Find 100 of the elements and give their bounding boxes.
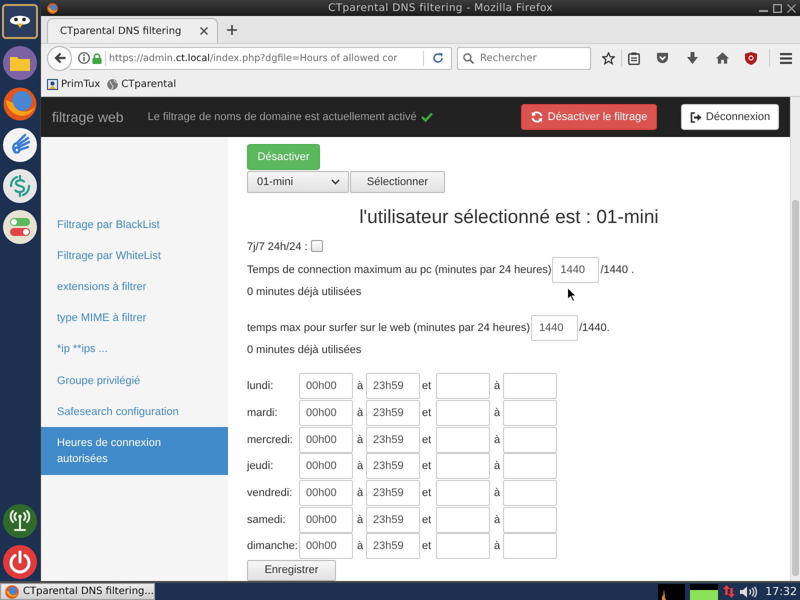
- to-text: à: [494, 514, 500, 526]
- refresh-icon: [530, 111, 543, 123]
- time-field[interactable]: [503, 426, 557, 453]
- time-field[interactable]: 00h00: [299, 533, 353, 560]
- time-field[interactable]: [436, 373, 490, 400]
- day-label: jeudi:: [247, 460, 274, 472]
- time-field[interactable]: 00h00: [299, 506, 353, 533]
- mouse-pointer-icon: [567, 287, 577, 302]
- status-text: Le filtrage de noms de domaine est actuellement activé: [148, 111, 417, 123]
- time-field[interactable]: 23h59: [366, 373, 420, 400]
- dollar-icon[interactable]: [3, 169, 37, 203]
- search-field[interactable]: Rechercher: [457, 46, 591, 70]
- scrollbar-track[interactable]: [790, 97, 800, 581]
- checkbox-label: 7j/7 24h/24 :: [247, 241, 308, 253]
- chevron-shield-icon[interactable]: [656, 52, 669, 64]
- home-icon[interactable]: [716, 52, 729, 64]
- star-icon[interactable]: [602, 52, 615, 64]
- taskbar-window-button[interactable]: CTparental DNS filtering...: [0, 583, 155, 600]
- select-user-button[interactable]: Sélectionner: [350, 171, 445, 193]
- time-field[interactable]: 23h59: [366, 400, 420, 426]
- minutes-field[interactable]: 1440: [552, 257, 600, 283]
- close-icon[interactable]: [787, 4, 796, 12]
- time-field[interactable]: 00h00: [299, 480, 353, 506]
- usage-text: 0 minutes déjà utilisées: [247, 344, 362, 356]
- disable-filtering-button[interactable]: Désactiver le filtrage: [521, 104, 657, 130]
- time-field[interactable]: 23h59: [366, 480, 420, 506]
- info-icon[interactable]: [78, 52, 90, 64]
- toggle-switches-icon[interactable]: [3, 210, 37, 244]
- time-field[interactable]: [503, 480, 557, 506]
- hand-icon[interactable]: [3, 128, 37, 162]
- chevron-down-icon: [331, 179, 340, 185]
- reload-icon[interactable]: [432, 52, 444, 64]
- time-field[interactable]: [503, 453, 557, 480]
- plus-icon[interactable]: [227, 25, 237, 35]
- folder-icon[interactable]: [3, 46, 37, 80]
- close-icon[interactable]: [200, 27, 208, 35]
- time-field[interactable]: [503, 373, 557, 400]
- time-field[interactable]: [503, 506, 557, 533]
- time-field[interactable]: 00h00: [299, 453, 353, 480]
- bird-face-icon[interactable]: [2, 4, 38, 39]
- logout-icon: [690, 112, 702, 122]
- bookmark-item[interactable]: CTparental: [107, 75, 176, 93]
- address-bar[interactable]: https://admin.ct.local/index.php?dgfile=Hours of allowed cor: [70, 46, 452, 70]
- time-field[interactable]: 23h59: [366, 533, 420, 560]
- time-field[interactable]: [436, 506, 490, 533]
- page-heading: l'utilisateur sélectionné est : 01-mini: [359, 207, 659, 229]
- time-field[interactable]: 23h59: [366, 426, 420, 453]
- to-text: à: [357, 407, 364, 420]
- to-text: à: [494, 460, 500, 472]
- save-button[interactable]: Enregistrer: [247, 560, 336, 581]
- globe-icon: [107, 78, 118, 90]
- scrollbar-thumb[interactable]: [792, 200, 799, 576]
- logout-button[interactable]: Déconnexion: [681, 104, 779, 130]
- time-field[interactable]: [436, 426, 490, 453]
- arrow-left-icon: [54, 52, 66, 64]
- time-field[interactable]: 00h00: [299, 373, 353, 400]
- menu-icon[interactable]: [780, 52, 792, 64]
- browser-icon: [5, 584, 19, 598]
- limit-total-text: /1440 .: [600, 264, 634, 276]
- to-text: à: [494, 380, 500, 392]
- time-field[interactable]: 23h59: [366, 453, 420, 480]
- time-field[interactable]: [436, 400, 490, 426]
- time-field[interactable]: [436, 533, 490, 560]
- time-field[interactable]: [436, 453, 490, 480]
- square-logo-icon: [47, 78, 58, 90]
- shield-icon[interactable]: [745, 52, 757, 64]
- to-text: à: [357, 460, 364, 472]
- time-field[interactable]: 00h00: [299, 400, 353, 426]
- minutes-field[interactable]: 1440: [531, 315, 578, 341]
- user-select-dropdown[interactable]: 01-mini: [247, 171, 349, 193]
- antenna-icon[interactable]: [3, 504, 37, 538]
- and-text: et: [422, 540, 432, 552]
- and-text: et: [422, 514, 432, 526]
- to-text: à: [494, 540, 500, 552]
- to-text: à: [494, 434, 500, 446]
- limit-label: temps max pour surfer sur le web (minutes par 24 heures): [247, 322, 530, 334]
- browser-tab[interactable]: CTparental DNS filtering: [47, 18, 218, 43]
- download-icon[interactable]: [687, 52, 698, 64]
- brand-title[interactable]: filtrage web: [52, 109, 124, 125]
- bookmark-item[interactable]: PrimTux: [47, 75, 100, 93]
- check-icon: [420, 112, 433, 122]
- to-text: à: [357, 434, 364, 446]
- day-label: mercredi:: [247, 434, 293, 446]
- network-arrows-icon[interactable]: [723, 585, 736, 598]
- day-label: lundi:: [247, 380, 274, 392]
- time-field[interactable]: 23h59: [366, 506, 420, 533]
- day-label: vendredi:: [247, 487, 292, 500]
- sidebar-link[interactable]: Heures de connexion autorisées: [41, 427, 228, 474]
- time-field[interactable]: [436, 480, 490, 506]
- checkbox[interactable]: [310, 240, 323, 252]
- to-text: à: [357, 514, 364, 526]
- browser-icon[interactable]: [3, 87, 37, 121]
- volume-icon[interactable]: [740, 586, 758, 598]
- power-icon[interactable]: [3, 545, 37, 579]
- time-field[interactable]: 00h00: [299, 426, 353, 453]
- time-field[interactable]: [503, 400, 557, 426]
- maximize-icon[interactable]: [773, 4, 782, 12]
- clipboard-icon[interactable]: [628, 52, 640, 64]
- back-button[interactable]: [47, 46, 72, 70]
- time-field[interactable]: [503, 533, 557, 560]
